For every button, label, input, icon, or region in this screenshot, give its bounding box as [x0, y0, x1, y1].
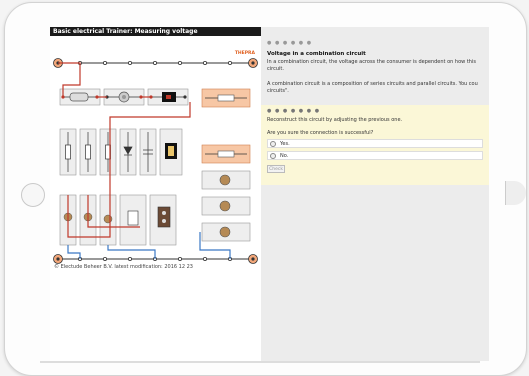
logo-text: THEPRA — [235, 50, 256, 56]
check-button[interactable]: Check — [267, 165, 285, 173]
lesson-progress: ● ● ● ● ● ● — [267, 40, 313, 46]
lesson-heading: Voltage in a combination circuit — [267, 51, 366, 57]
lesson-paragraph-1: In a combination circuit, the voltage ac… — [267, 59, 476, 72]
option-no[interactable]: No. — [267, 151, 483, 160]
circuit-board[interactable]: THEPRA — [50, 36, 261, 286]
app-title: Basic electrical Trainer: Measuring volt… — [50, 27, 261, 36]
footer-copyright: © Electude Beheer B.V. latest modificati… — [54, 264, 193, 270]
home-button[interactable] — [21, 183, 45, 207]
radio-yes[interactable] — [270, 141, 276, 147]
side-button — [505, 181, 526, 205]
question-progress: ● ● ● ● ● ● ● — [267, 108, 321, 114]
lesson-paragraph-2: A combination circuit is a composition o… — [267, 81, 478, 94]
option-yes-label: Yes. — [280, 141, 290, 147]
circuit-panel: Basic electrical Trainer: Measuring volt… — [50, 27, 261, 361]
tablet-bottom-edge — [40, 361, 480, 363]
radio-no[interactable] — [270, 153, 276, 159]
question-instruction: Reconstruct this circuit by adjusting th… — [267, 117, 403, 123]
question-prompt: Are you sure the connection is successfu… — [267, 130, 374, 136]
app-screen: Basic electrical Trainer: Measuring volt… — [50, 27, 489, 361]
option-yes[interactable]: Yes. — [267, 139, 483, 148]
question-panel: ● ● ● ● ● ● ● Reconstruct this circuit b… — [261, 105, 489, 185]
option-no-label: No. — [280, 153, 289, 159]
lesson-panel: ● ● ● ● ● ● Voltage in a combination cir… — [261, 27, 489, 361]
